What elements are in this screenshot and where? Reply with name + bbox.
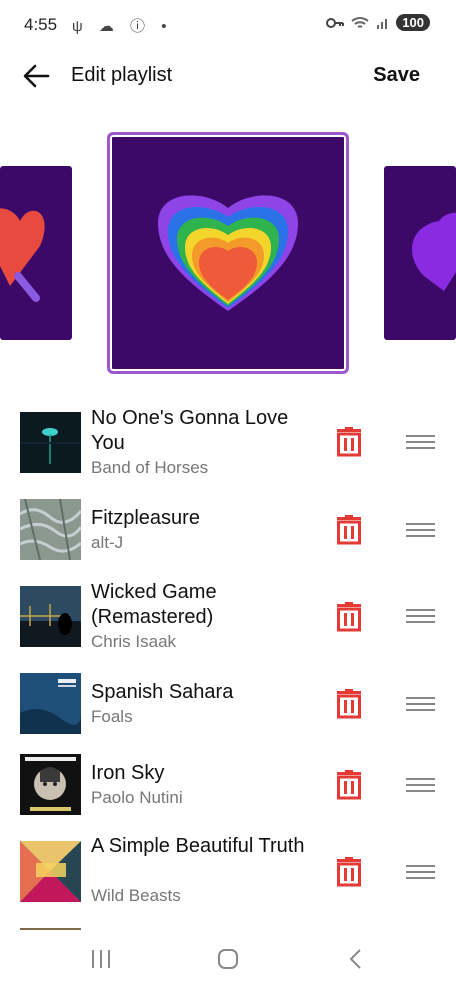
wifi-icon <box>351 16 369 28</box>
system-icons: 100 <box>326 14 430 31</box>
album-art-chris-isaak <box>20 586 81 647</box>
drag-handle-icon[interactable] <box>406 777 435 793</box>
track-artist: Wild Beasts <box>91 886 181 905</box>
drag-handle-icon[interactable] <box>406 522 435 538</box>
drag-handle-icon[interactable] <box>406 696 435 712</box>
status-bar: 4:55 ψ ☁ ⓘ • 100 <box>0 0 456 48</box>
delete-track-icon[interactable] <box>336 857 362 887</box>
key-icon <box>326 17 345 28</box>
track-artist: alt-J <box>91 533 124 552</box>
delete-track-icon[interactable] <box>336 602 362 632</box>
track-title: A Simple Beautiful Truth <box>91 835 305 857</box>
cover-option-purple-heart[interactable] <box>384 166 456 340</box>
cover-selected-rainbow-heart[interactable] <box>107 132 349 374</box>
track-artist: Paolo Nutini <box>91 788 183 807</box>
track-artist: Foals <box>91 707 133 726</box>
top-app-bar: Edit playlist Save <box>0 48 456 104</box>
cover-carousel[interactable] <box>0 130 456 376</box>
notification-icons: ψ ☁ ⓘ • <box>72 18 173 35</box>
delete-track-icon[interactable] <box>336 689 362 719</box>
album-art-band-of-horses <box>20 412 81 473</box>
track-artist: Chris Isaak <box>91 632 177 651</box>
page-title: Edit playlist <box>71 64 173 86</box>
rainbow-heart-icon <box>158 195 298 311</box>
signal-icon <box>377 18 388 29</box>
home-icon[interactable] <box>217 948 239 970</box>
nav-back-icon[interactable] <box>345 948 367 970</box>
track-title: Wicked Game (Remastered) <box>91 581 217 628</box>
track-title: No One's Gonna Love You <box>91 407 289 454</box>
delete-track-icon[interactable] <box>336 770 362 800</box>
track-title: Spanish Sahara <box>91 681 234 703</box>
cover-option-red-heart[interactable] <box>0 166 72 340</box>
save-button[interactable]: Save <box>373 64 420 87</box>
delete-track-icon[interactable] <box>336 427 362 457</box>
drag-handle-icon[interactable] <box>406 864 435 880</box>
album-art-wild-beasts <box>20 841 81 902</box>
album-art-alt-j <box>20 499 81 560</box>
album-art-foals <box>20 673 81 734</box>
battery-indicator: 100 <box>396 14 430 31</box>
system-navigation-bar <box>0 930 456 992</box>
status-time: 4:55 <box>24 15 58 34</box>
drag-handle-icon[interactable] <box>406 434 435 450</box>
delete-track-icon[interactable] <box>336 515 362 545</box>
track-title: Iron Sky <box>91 762 165 784</box>
purple-heart-icon <box>412 212 456 291</box>
track-title: Fitzpleasure <box>91 507 200 529</box>
album-art-paolo-nutini <box>20 754 81 815</box>
track-artist: Band of Horses <box>91 458 209 477</box>
back-arrow-icon[interactable] <box>20 60 52 92</box>
red-heart-icon <box>0 208 45 302</box>
drag-handle-icon[interactable] <box>406 608 435 624</box>
recent-apps-icon[interactable] <box>90 948 112 970</box>
